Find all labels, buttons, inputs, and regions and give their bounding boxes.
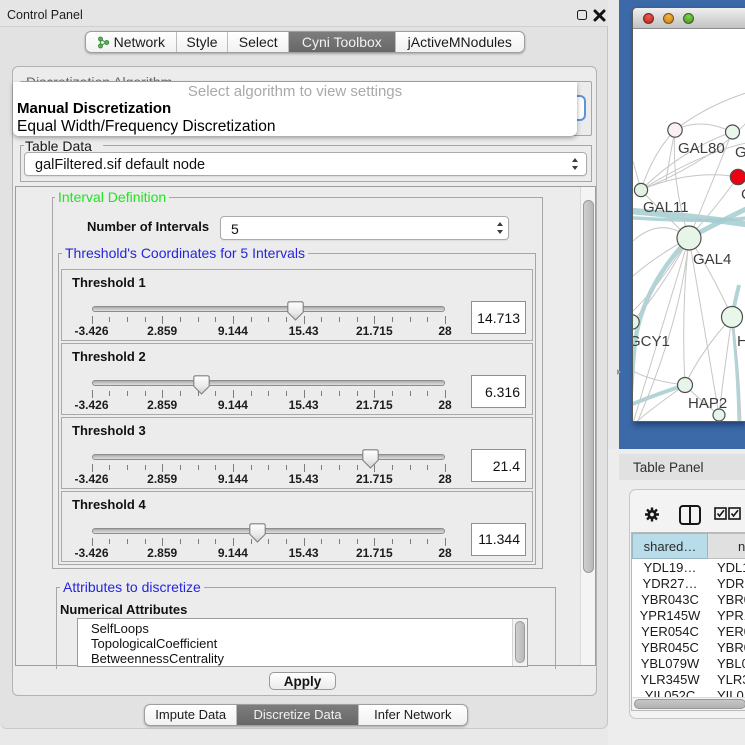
svg-text:GCY1: GCY1: [633, 333, 670, 350]
svg-text:GAL80: GAL80: [678, 140, 725, 157]
svg-text:HAP2: HAP2: [688, 395, 727, 412]
svg-text:GAL2: GAL2: [735, 144, 745, 161]
svg-text:GAL4: GAL4: [693, 251, 731, 268]
svg-text:CYC: CYC: [741, 186, 745, 203]
svg-text:HIS: HIS: [737, 333, 745, 350]
svg-text:GAL11: GAL11: [643, 199, 689, 216]
